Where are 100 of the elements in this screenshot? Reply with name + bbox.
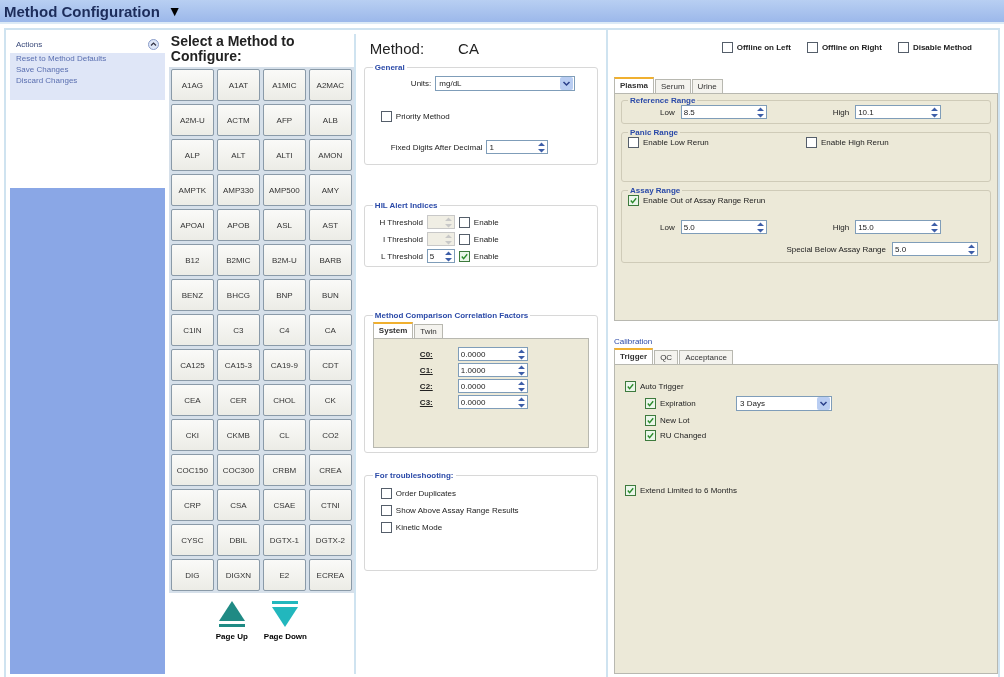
method-button[interactable]: ASL — [262, 209, 306, 241]
method-button[interactable]: CSA — [216, 489, 260, 521]
method-button[interactable]: DIG — [170, 559, 214, 591]
tab[interactable]: Trigger — [614, 348, 654, 364]
method-button[interactable]: DBIL — [216, 524, 260, 556]
checkbox[interactable] — [625, 381, 636, 392]
checkbox[interactable] — [645, 398, 656, 409]
tab[interactable]: Plasma — [614, 77, 655, 93]
action-link[interactable]: Save Changes — [10, 64, 165, 75]
method-button[interactable]: CDT — [308, 349, 352, 381]
method-button[interactable]: CA19-9 — [262, 349, 306, 381]
tab[interactable]: Acceptance — [679, 350, 733, 364]
checkbox[interactable] — [645, 430, 656, 441]
method-button[interactable]: CK — [308, 384, 352, 416]
spin-field[interactable]: 15.0 — [855, 220, 942, 234]
method-button[interactable]: COC300 — [216, 454, 260, 486]
method-button[interactable]: DIGXN — [216, 559, 260, 591]
spin-field[interactable]: 10.1 — [855, 105, 942, 119]
method-button[interactable]: CSAE — [262, 489, 306, 521]
checkbox[interactable] — [380, 111, 392, 122]
method-button[interactable]: CRP — [170, 489, 214, 521]
method-button[interactable]: COC150 — [170, 454, 214, 486]
spin-field[interactable]: 0.0000 — [457, 395, 528, 409]
method-button[interactable]: A1MIC — [262, 69, 306, 101]
method-button[interactable]: C4 — [262, 314, 306, 346]
method-button[interactable]: CRBM — [262, 454, 306, 486]
page-down-button[interactable]: Page Down — [263, 599, 307, 641]
caret-icon[interactable]: ▼ — [167, 3, 182, 19]
method-button[interactable]: E2 — [262, 559, 306, 591]
spin-field[interactable]: 0.0000 — [457, 379, 528, 393]
spin-field[interactable]: 5 — [426, 249, 455, 263]
method-button[interactable]: C1IN — [170, 314, 214, 346]
checkbox[interactable] — [628, 137, 639, 148]
method-button[interactable]: ALB — [308, 104, 352, 136]
method-button[interactable]: ALTI — [262, 139, 306, 171]
method-button[interactable]: CO2 — [308, 419, 352, 451]
tab[interactable]: System — [372, 322, 414, 338]
checkbox[interactable] — [806, 42, 818, 53]
method-button[interactable]: BNP — [262, 279, 306, 311]
method-button[interactable]: AMP500 — [262, 174, 306, 206]
checkbox[interactable] — [897, 42, 909, 53]
method-button[interactable]: A1AT — [216, 69, 260, 101]
method-button[interactable]: AMON — [308, 139, 352, 171]
checkbox[interactable] — [458, 250, 470, 262]
spin-field[interactable]: 1.0000 — [457, 363, 528, 377]
spin-field[interactable]: 0.0000 — [457, 347, 528, 361]
method-button[interactable]: A1AG — [170, 69, 214, 101]
collapse-icon[interactable] — [147, 39, 159, 50]
method-button[interactable]: CKMB — [216, 419, 260, 451]
method-button[interactable]: DGTX-1 — [262, 524, 306, 556]
method-button[interactable]: CER — [216, 384, 260, 416]
action-link[interactable]: Discard Changes — [10, 75, 165, 100]
method-button[interactable]: CKI — [170, 419, 214, 451]
expiration-dropdown[interactable]: 3 Days — [736, 396, 832, 411]
method-button[interactable]: B2M-U — [262, 244, 306, 276]
method-button[interactable]: BHCG — [216, 279, 260, 311]
checkbox[interactable] — [625, 485, 636, 496]
spin-field[interactable]: 8.5 — [680, 105, 767, 119]
checkbox[interactable] — [806, 137, 817, 148]
tab[interactable]: Twin — [414, 324, 443, 338]
method-button[interactable]: B2MIC — [216, 244, 260, 276]
method-button[interactable]: A2MAC — [308, 69, 352, 101]
method-button[interactable]: CA125 — [170, 349, 214, 381]
method-button[interactable]: AST — [308, 209, 352, 241]
spin-field[interactable]: 5.0 — [892, 242, 978, 256]
method-button[interactable]: B12 — [170, 244, 214, 276]
method-button[interactable]: CEA — [170, 384, 214, 416]
method-button[interactable]: AMY — [308, 174, 352, 206]
method-button[interactable]: CA — [308, 314, 352, 346]
method-button[interactable]: APOAI — [170, 209, 214, 241]
tab[interactable]: Urine — [691, 79, 723, 93]
checkbox[interactable] — [380, 488, 392, 499]
method-button[interactable]: ECREA — [308, 559, 352, 591]
method-button[interactable]: A2M-U — [170, 104, 214, 136]
spin-field[interactable]: 1 — [486, 140, 549, 154]
method-button[interactable]: AMP330 — [216, 174, 260, 206]
checkbox[interactable] — [380, 522, 392, 533]
method-button[interactable]: ALP — [170, 139, 214, 171]
spin-field[interactable]: 5.0 — [680, 220, 767, 234]
method-button[interactable]: APOB — [216, 209, 260, 241]
method-button[interactable]: AFP — [262, 104, 306, 136]
method-button[interactable]: DGTX-2 — [308, 524, 352, 556]
tab[interactable]: QC — [654, 350, 679, 364]
checkbox[interactable] — [628, 195, 639, 206]
method-button[interactable]: BUN — [308, 279, 352, 311]
method-button[interactable]: CTNI — [308, 489, 352, 521]
method-button[interactable]: ACTM — [216, 104, 260, 136]
method-button[interactable]: C3 — [216, 314, 260, 346]
action-link[interactable]: Reset to Method Defaults — [10, 53, 165, 64]
method-button[interactable]: CREA — [308, 454, 352, 486]
method-button[interactable]: AMPTK — [170, 174, 214, 206]
page-up-button[interactable]: Page Up — [215, 599, 248, 641]
method-button[interactable]: BENZ — [170, 279, 214, 311]
checkbox[interactable] — [380, 505, 392, 516]
method-button[interactable]: CHOL — [262, 384, 306, 416]
method-button[interactable]: ALT — [216, 139, 260, 171]
method-button[interactable]: CL — [262, 419, 306, 451]
tab[interactable]: Serum — [655, 79, 691, 93]
method-button[interactable]: CYSC — [170, 524, 214, 556]
checkbox[interactable] — [721, 42, 733, 53]
